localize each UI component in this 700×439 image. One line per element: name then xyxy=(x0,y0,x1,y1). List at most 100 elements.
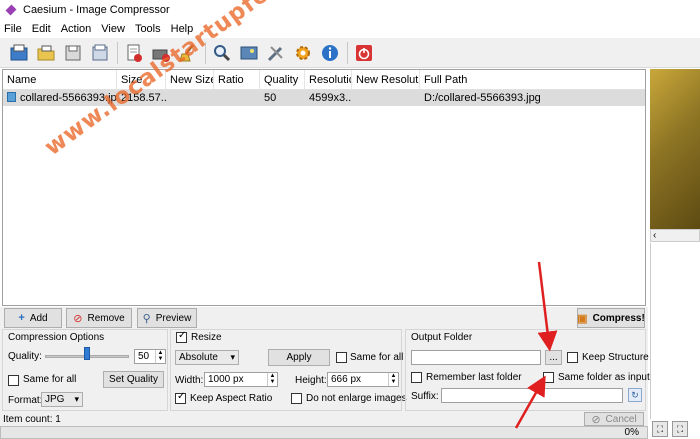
set-quality-label: Set Quality xyxy=(109,374,158,385)
format-value: JPG xyxy=(45,394,65,405)
remove-button[interactable]: ⊘ Remove xyxy=(66,308,132,328)
file-list[interactable]: Name Size New Size Ratio Quality Resolut… xyxy=(2,69,646,306)
zoom-view-icon[interactable]: ⛶ xyxy=(672,421,688,437)
do-not-enlarge-checkbox[interactable] xyxy=(291,393,302,404)
quality-label: Quality: xyxy=(8,351,42,362)
cancel-icon: ⊘ xyxy=(591,413,601,426)
browse-label: ... xyxy=(549,352,558,363)
same-for-all-resize-checkbox[interactable] xyxy=(336,352,347,363)
cell-new-resolution xyxy=(352,90,420,106)
export-icon[interactable] xyxy=(87,40,113,66)
cell-full-path: D:/collared-5566393.jpg xyxy=(424,92,541,104)
column-header-ratio[interactable]: Ratio xyxy=(214,70,260,90)
cell-size: 2158.57... xyxy=(121,92,166,104)
quality-spinbox[interactable]: 50 ▲ ▼ xyxy=(134,349,166,364)
broom-icon[interactable] xyxy=(175,40,201,66)
spin-arrows-icon[interactable]: ▲ ▼ xyxy=(388,373,398,386)
menu-view[interactable]: View xyxy=(97,23,131,35)
table-row[interactable]: collared-5566393.jpg 2158.57... 50 4599x… xyxy=(3,90,645,106)
fit-view-icon[interactable]: ⛶ xyxy=(652,421,668,437)
save-icon[interactable] xyxy=(60,40,86,66)
apply-button[interactable]: Apply xyxy=(268,349,330,366)
compress-button[interactable]: ▣ Compress! xyxy=(577,308,645,328)
info-icon[interactable] xyxy=(317,40,343,66)
browse-folder-button[interactable]: ... xyxy=(545,350,562,365)
column-header-resolution[interactable]: Resolutic xyxy=(305,70,352,90)
magnifier-icon: ⚲ xyxy=(142,312,151,325)
format-select[interactable]: JPG xyxy=(41,392,83,407)
compression-options-title: Compression Options xyxy=(8,332,105,343)
cancel-label: Cancel xyxy=(605,413,637,425)
refresh-icon[interactable]: ↻ xyxy=(628,388,642,402)
image-preview xyxy=(650,69,700,229)
remove-button-label: Remove xyxy=(87,312,125,324)
add-files-icon[interactable] xyxy=(6,40,32,66)
app-logo-icon xyxy=(5,4,17,16)
same-folder-as-input-label: Same folder as input xyxy=(558,372,650,383)
cancel-button[interactable]: ⊘ Cancel xyxy=(584,412,644,426)
clear-list-icon[interactable] xyxy=(148,40,174,66)
zoom-icon[interactable] xyxy=(209,40,235,66)
do-not-enlarge-label: Do not enlarge images xyxy=(306,393,407,404)
column-header-size[interactable]: Size xyxy=(117,70,166,90)
resize-mode-select[interactable]: Absolute xyxy=(175,350,239,365)
keep-aspect-ratio-checkbox[interactable] xyxy=(175,391,186,404)
preview-button[interactable]: ⚲ Preview xyxy=(137,308,197,328)
output-folder-input[interactable] xyxy=(411,350,541,365)
window-title: Caesium - Image Compressor xyxy=(23,4,170,16)
menu-bar: File Edit Action View Tools Help xyxy=(0,20,700,38)
options-panel: Compression Options Quality: 50 ▲ ▼ Same f… xyxy=(0,329,650,411)
resize-checkbox[interactable] xyxy=(176,330,187,343)
menu-tools[interactable]: Tools xyxy=(131,23,167,35)
remove-icon[interactable] xyxy=(121,40,147,66)
format-label: Format: xyxy=(8,395,43,406)
height-spinbox[interactable]: 666 px ▲ ▼ xyxy=(327,372,399,387)
column-header-name[interactable]: Name xyxy=(3,70,117,90)
scroll-left-icon[interactable]: ‹ xyxy=(653,230,656,241)
same-folder-as-input-checkbox[interactable] xyxy=(543,372,554,383)
remember-last-folder-checkbox[interactable] xyxy=(411,372,422,383)
toolbar-separator xyxy=(205,41,206,64)
cell-ratio xyxy=(214,90,260,106)
cell-name-text: collared-5566393.jpg xyxy=(20,92,117,104)
quality-slider-thumb[interactable] xyxy=(84,347,90,360)
width-spinbox[interactable]: 1000 px ▲ ▼ xyxy=(204,372,278,387)
gear-icon[interactable] xyxy=(290,40,316,66)
keep-structure-label: Keep Structure xyxy=(582,352,649,363)
cell-resolution: 4599x3... xyxy=(309,92,352,104)
keep-aspect-ratio-label: Keep Aspect Ratio xyxy=(190,393,273,404)
title-bar: Caesium - Image Compressor xyxy=(0,0,700,20)
column-header-new-size[interactable]: New Size xyxy=(166,70,214,90)
column-header-quality[interactable]: Quality xyxy=(260,70,305,90)
spin-arrows-icon[interactable]: ▲ ▼ xyxy=(267,373,277,386)
resize-title: Resize xyxy=(191,332,222,343)
menu-edit[interactable]: Edit xyxy=(28,23,57,35)
suffix-input[interactable] xyxy=(441,388,623,403)
preview-icon[interactable] xyxy=(236,40,262,66)
set-quality-button[interactable]: Set Quality xyxy=(103,371,164,388)
progress-bar: 0% xyxy=(0,426,648,439)
resize-group: Resize Absolute Apply Same for all Width… xyxy=(170,329,407,411)
add-folder-icon[interactable] xyxy=(33,40,59,66)
column-header-new-resolution[interactable]: New Resolutio xyxy=(352,70,420,90)
preview-button-label: Preview xyxy=(155,312,192,324)
menu-help[interactable]: Help xyxy=(167,23,200,35)
menu-action[interactable]: Action xyxy=(57,23,98,35)
list-button-bar: + Add ⊘ Remove ⚲ Preview ▣ Compress! xyxy=(0,307,648,329)
settings-tools-icon[interactable] xyxy=(263,40,289,66)
menu-file[interactable]: File xyxy=(0,23,28,35)
spin-arrows-icon[interactable]: ▲ ▼ xyxy=(155,350,165,363)
keep-structure-checkbox[interactable] xyxy=(567,352,578,363)
cell-new-size xyxy=(166,90,214,106)
preview-scrollbar[interactable]: ‹ xyxy=(650,229,700,242)
quality-value: 50 xyxy=(138,351,150,362)
power-icon[interactable] xyxy=(351,40,377,66)
same-for-all-quality-checkbox[interactable] xyxy=(8,375,19,386)
add-button[interactable]: + Add xyxy=(4,308,62,328)
add-button-label: Add xyxy=(29,312,48,324)
same-for-all-quality-label: Same for all xyxy=(23,374,77,385)
suffix-label: Suffix: xyxy=(411,391,439,402)
column-header-full-path[interactable]: Full Path xyxy=(420,70,645,90)
table-header: Name Size New Size Ratio Quality Resolut… xyxy=(3,70,645,90)
item-count: Item count: 1 xyxy=(3,414,61,425)
